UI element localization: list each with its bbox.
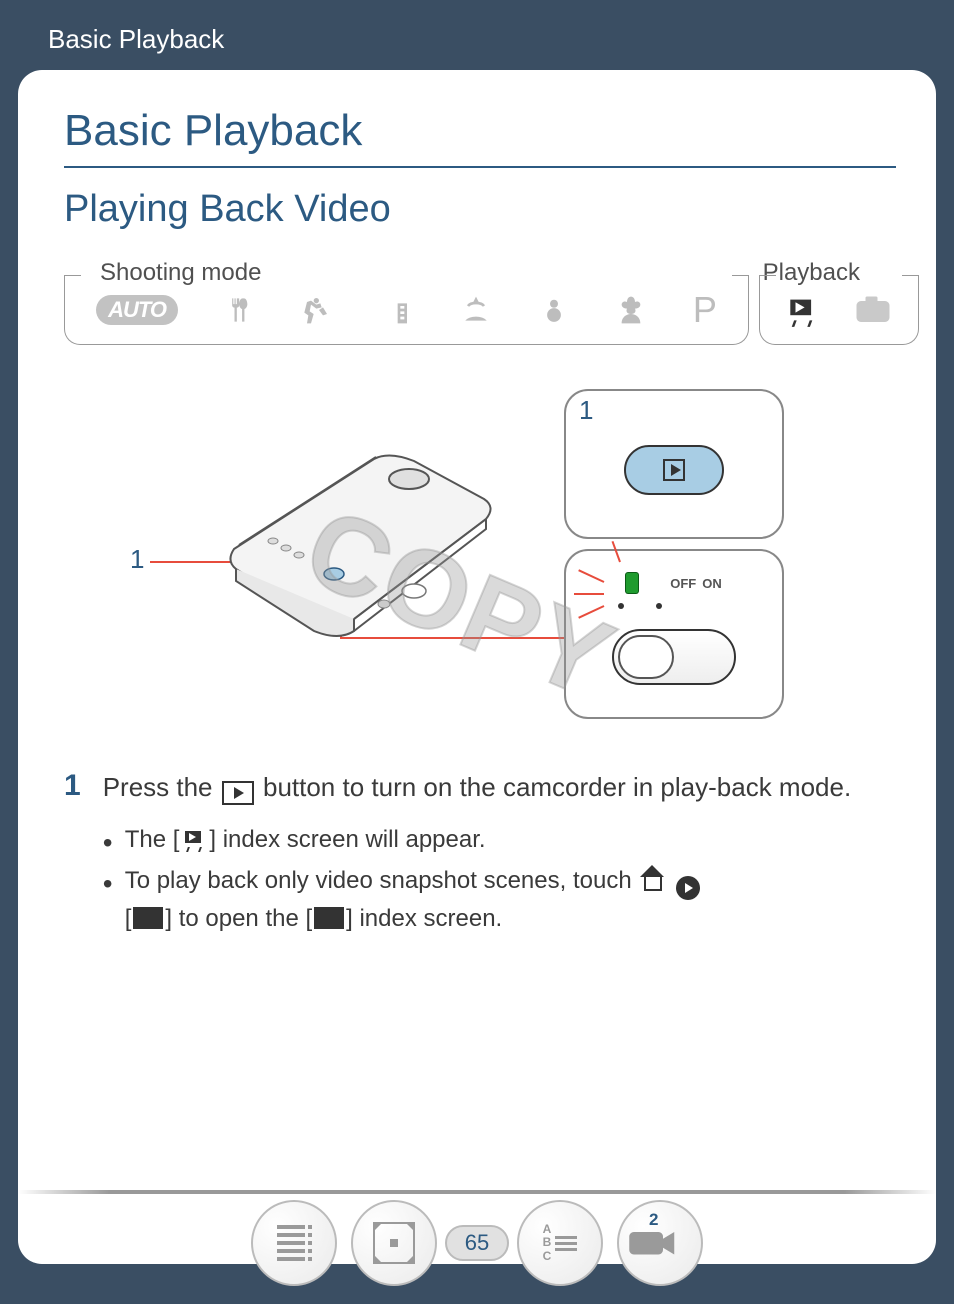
slider-knob-icon <box>618 635 674 679</box>
footer-nav: 65 A B C 2 <box>0 1200 954 1286</box>
on-label: ON <box>702 576 722 591</box>
index-button[interactable]: A B C <box>517 1200 603 1286</box>
step-number: 1 <box>64 769 81 941</box>
playback-mode-group <box>759 275 919 345</box>
camcorder-illustration <box>204 419 504 639</box>
toc-icon <box>277 1225 312 1261</box>
footer-rule <box>18 1190 936 1194</box>
shooting-mode-group: AUTO P <box>64 275 749 345</box>
bullet-text: ] index screen will appear. <box>209 826 485 853</box>
fullscreen-button[interactable] <box>351 1200 437 1286</box>
callout-box-power-switch: OFF ON <box>564 549 784 719</box>
cutlery-icon <box>224 295 252 325</box>
auto-mode-icon: AUTO <box>96 295 178 325</box>
camera-mode-button[interactable]: 2 <box>617 1200 703 1286</box>
index-icon: A B C <box>543 1223 578 1263</box>
macro-flower-icon <box>615 294 647 326</box>
step-1: 1 Press the button to turn on the camcor… <box>64 769 896 941</box>
power-led-icon <box>626 573 638 593</box>
program-mode-icon: P <box>693 289 717 331</box>
next-circle-icon <box>676 876 700 900</box>
play-icon <box>222 781 254 805</box>
mode-strip: Shooting mode Playback AUTO P <box>64 263 896 359</box>
header-breadcrumb: Basic Playback <box>0 0 954 55</box>
bullet-text: To play back only video snapshot scenes,… <box>125 867 639 894</box>
callout-number-left: 1 <box>130 544 144 575</box>
page-number: 65 <box>445 1225 509 1261</box>
photo-playback-icon <box>855 296 891 324</box>
snapshot-strip-icon <box>314 907 344 929</box>
night-building-icon <box>378 294 412 326</box>
snapshot-strip-icon <box>133 907 163 929</box>
step-bullets: The [ ] index screen will appear. To play… <box>103 821 852 937</box>
video-playback-icon <box>787 300 817 320</box>
beach-icon <box>459 294 493 326</box>
play-button-graphic <box>624 445 724 495</box>
led-ray-icon <box>578 605 604 619</box>
page-card: Basic Playback Playing Back Video Shooti… <box>18 70 936 1264</box>
dot-icon <box>618 603 624 609</box>
off-label: OFF <box>670 576 696 591</box>
power-led-row: OFF ON <box>566 573 782 593</box>
bullet-1: The [ ] index screen will appear. <box>103 821 852 858</box>
bullet-text: ] index screen. <box>346 905 502 932</box>
step-text-b: button to turn on the camcorder in play-… <box>263 772 851 802</box>
snowman-icon <box>539 294 569 326</box>
page-title: Basic Playback <box>64 106 896 168</box>
bullet-2: To play back only video snapshot scenes,… <box>103 862 852 937</box>
power-slider-graphic <box>612 629 736 685</box>
video-index-icon <box>181 829 207 849</box>
home-icon <box>641 869 663 891</box>
dot-icon <box>656 603 662 609</box>
toc-button[interactable] <box>251 1200 337 1286</box>
led-ray-icon <box>574 593 604 595</box>
callout-box-play-button <box>564 389 784 539</box>
led-ray-icon <box>612 541 621 562</box>
bullet-text: ] to open the [ <box>165 905 312 932</box>
callout-box-1-number: 1 <box>579 395 593 426</box>
step-text-a: Press the <box>103 772 220 802</box>
bullet-text: [ <box>125 905 132 932</box>
illustration-area: 1 1 <box>124 389 896 759</box>
bullet-text: The [ <box>125 826 180 853</box>
sports-icon <box>298 294 332 326</box>
page-subtitle: Playing Back Video <box>64 188 896 231</box>
expand-icon <box>373 1222 415 1264</box>
step-body: Press the button to turn on the camcorde… <box>103 769 852 941</box>
camcorder-icon <box>627 1214 681 1268</box>
